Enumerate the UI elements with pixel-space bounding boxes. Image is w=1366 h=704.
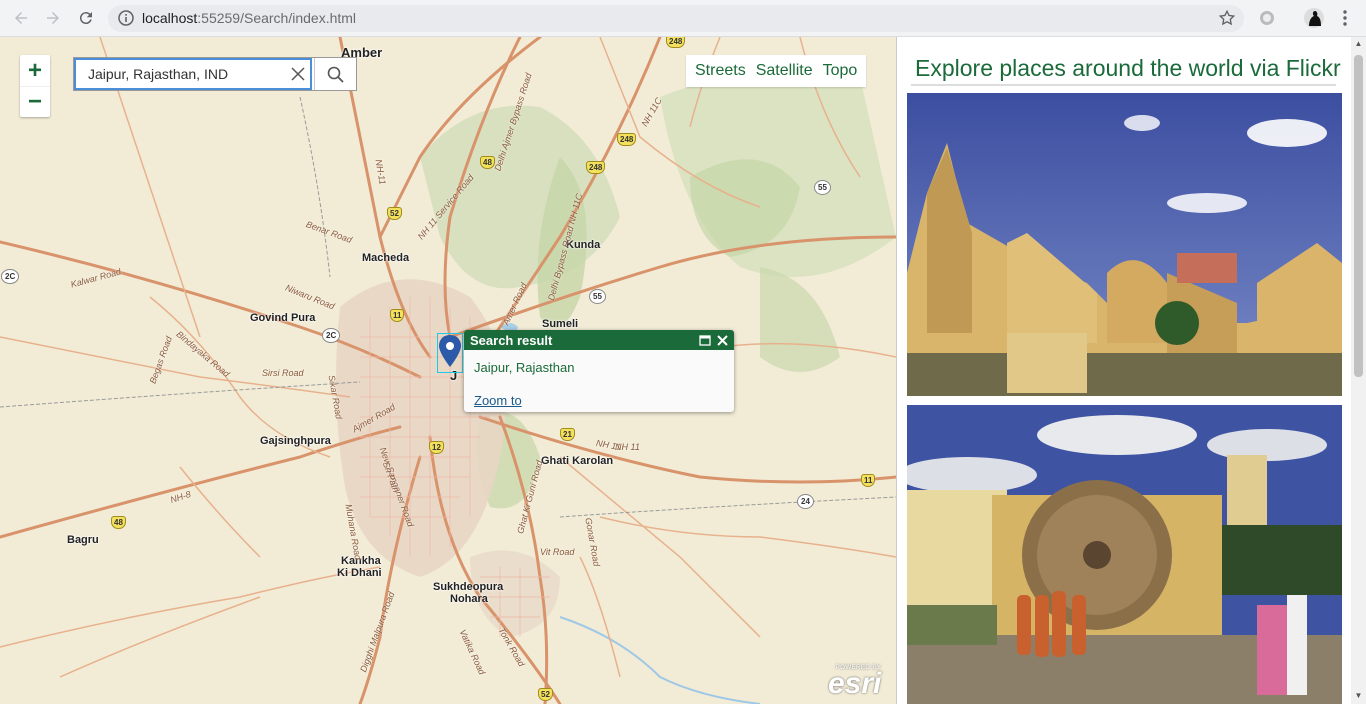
flickr-photo[interactable] xyxy=(907,405,1342,704)
road-shield: 48 xyxy=(480,156,495,169)
url-text: localhost:55259/Search/index.html xyxy=(142,10,357,26)
road-label: Vit Road xyxy=(540,547,575,557)
place-label: Ki Dhani xyxy=(337,567,382,579)
maximize-icon[interactable] xyxy=(699,334,711,346)
place-label: Sukhdeopura xyxy=(433,581,504,593)
search-icon xyxy=(327,66,344,83)
back-icon xyxy=(15,12,27,24)
road-shield: 48 xyxy=(111,516,126,529)
browser-toolbar: localhost:55259/Search/index.html xyxy=(0,0,1366,37)
forward-icon xyxy=(47,12,59,24)
flickr-panel: Explore places around the world via Flic… xyxy=(896,37,1366,704)
profile-avatar-icon[interactable] xyxy=(1304,8,1324,28)
scroll-down-icon[interactable]: ▼ xyxy=(1354,691,1363,700)
popup-header: Search result xyxy=(464,330,734,350)
divider xyxy=(911,84,1336,86)
basemap-toggle: Streets Satellite Topo xyxy=(686,55,867,87)
place-label: Bagru xyxy=(67,534,99,546)
road-shield: 21 xyxy=(560,428,575,441)
reload-button[interactable] xyxy=(73,6,99,30)
basemap-satellite[interactable]: Satellite xyxy=(751,62,818,80)
road-label: Sirsi Road xyxy=(262,368,304,378)
scroll-up-icon[interactable]: ▲ xyxy=(1354,39,1363,48)
back-button[interactable] xyxy=(8,6,34,30)
zoom-control: + − xyxy=(20,55,50,117)
popup-body: Jaipur, Rajasthan xyxy=(474,360,575,375)
info-icon xyxy=(118,10,134,26)
menu-icon[interactable] xyxy=(1336,9,1354,27)
road-shield: 24 xyxy=(797,494,814,509)
scrollbar-thumb[interactable] xyxy=(1354,55,1363,377)
zoom-to-link[interactable]: Zoom to xyxy=(474,393,522,408)
place-label: Gajsinghpura xyxy=(260,435,331,447)
place-label: Ghati Karolan xyxy=(541,455,614,467)
road-label: NH 11 xyxy=(615,442,640,452)
scrollbar[interactable]: ▲ ▼ xyxy=(1351,37,1366,704)
road-shield: 55 xyxy=(589,289,606,304)
address-bar[interactable]: localhost:55259/Search/index.html xyxy=(108,5,1244,32)
road-shield: 52 xyxy=(387,207,402,220)
flickr-photo[interactable] xyxy=(907,93,1342,396)
star-icon[interactable] xyxy=(1218,9,1236,27)
close-icon[interactable] xyxy=(717,334,728,346)
road-shield: 12 xyxy=(429,441,444,454)
place-label: Govind Pura xyxy=(250,312,316,324)
place-label: Macheda xyxy=(362,252,410,264)
extension-icon[interactable] xyxy=(1258,9,1276,27)
road-shield: 55 xyxy=(814,180,831,195)
map-search: Jaipur, Rajasthan, IND xyxy=(73,57,357,91)
road-shield: 52 xyxy=(538,688,553,701)
search-button[interactable] xyxy=(314,58,356,90)
forward-button[interactable] xyxy=(40,6,66,30)
road-shield: 248 xyxy=(666,37,686,48)
basemap-streets[interactable]: Streets xyxy=(690,62,751,80)
panel-title: Explore places around the world via Flic… xyxy=(915,55,1341,81)
popup-title: Search result xyxy=(470,332,553,348)
map-pin-icon[interactable] xyxy=(437,333,463,373)
zoom-in-button[interactable]: + xyxy=(20,55,50,86)
road-shield: 248 xyxy=(586,161,606,174)
reload-icon xyxy=(79,12,92,25)
zoom-out-button[interactable]: − xyxy=(20,86,50,117)
search-input[interactable]: Jaipur, Rajasthan, IND xyxy=(74,58,312,90)
basemap-topo[interactable]: Topo xyxy=(818,62,863,80)
place-label: Sumeli xyxy=(542,318,579,330)
search-result-popup: Search result Jaipur, Rajasthan Zoom to xyxy=(464,330,734,412)
clear-icon[interactable] xyxy=(290,66,306,82)
esri-logo[interactable]: POWERED BY esri xyxy=(828,665,881,699)
road-shield: 248 xyxy=(617,133,637,146)
map-view[interactable]: Amber Macheda Kunda Govind Pura Sumeli G… xyxy=(0,37,896,704)
place-label: Nohara xyxy=(450,593,488,605)
